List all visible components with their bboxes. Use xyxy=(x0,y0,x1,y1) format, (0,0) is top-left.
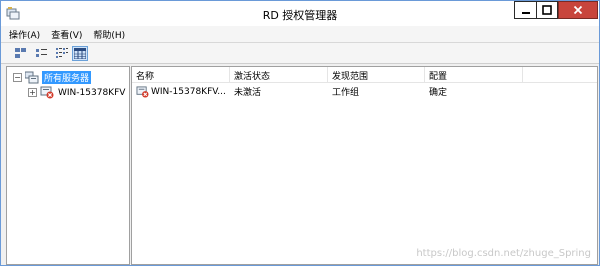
cell-discovery-scope: 工作组 xyxy=(332,88,360,98)
menu-bar: 操作(A) 查看(V) 帮助(H) xyxy=(1,26,599,43)
maximize-icon xyxy=(542,5,552,15)
tree-node-server[interactable]: + WIN-15378KFV xyxy=(28,85,125,100)
maximize-button[interactable] xyxy=(536,1,558,19)
server-error-icon xyxy=(136,85,149,98)
large-icons-view-icon xyxy=(15,48,26,58)
large-icons-view-button[interactable] xyxy=(13,46,29,61)
toolbar xyxy=(1,43,599,64)
list-header: 名称 激活状态 发现范围 配置 xyxy=(132,67,597,83)
menu-view[interactable]: 查看(V) xyxy=(51,28,82,41)
title-bar[interactable]: RD 授权管理器 xyxy=(1,1,599,26)
tree-label-all-servers[interactable]: 所有服务器 xyxy=(42,71,92,84)
close-button[interactable] xyxy=(558,1,598,19)
server-tree: − 所有服务器 + WIN-15378KFV xyxy=(6,66,130,265)
tree-node-all-servers[interactable]: − 所有服务器 xyxy=(13,70,92,85)
table-row[interactable]: WIN-15378KFV... 未激活 工作组 确定 xyxy=(132,84,597,99)
minimize-icon xyxy=(521,12,530,14)
close-icon xyxy=(573,5,583,15)
minimize-button[interactable] xyxy=(514,1,536,19)
cell-activation-status: 未激活 xyxy=(234,88,262,98)
menu-action[interactable]: 操作(A) xyxy=(9,28,40,41)
server-list: 名称 激活状态 发现范围 配置 WIN-15378KFV... 未激活 工作组 xyxy=(131,66,598,265)
watermark: https://blog.csdn.net/zhuge_Spring xyxy=(416,248,591,259)
rd-licensing-manager-window: RD 授权管理器 操作(A) 查看(V) 帮助(H) − 所有服务器 + WIN… xyxy=(0,0,600,266)
collapse-icon[interactable]: − xyxy=(13,73,22,82)
expand-icon[interactable]: + xyxy=(28,88,37,97)
details-view-button[interactable] xyxy=(72,46,88,61)
column-header-activation-status[interactable]: 激活状态 xyxy=(230,67,328,83)
cell-name: WIN-15378KFV... xyxy=(132,84,230,99)
details-view-icon xyxy=(74,48,86,59)
cell-configuration: 确定 xyxy=(429,88,448,98)
column-header-discovery-scope[interactable]: 发现范围 xyxy=(328,67,425,83)
small-icons-view-icon xyxy=(36,49,47,57)
server-error-icon xyxy=(40,86,54,99)
menu-help[interactable]: 帮助(H) xyxy=(93,28,125,41)
column-header-configuration[interactable]: 配置 xyxy=(425,67,523,83)
server-group-icon xyxy=(24,71,39,84)
column-header-name[interactable]: 名称 xyxy=(132,67,230,83)
small-icons-view-button[interactable] xyxy=(34,46,50,61)
list-view-icon xyxy=(56,48,68,58)
window-title: RD 授权管理器 xyxy=(262,9,338,22)
list-view-button[interactable] xyxy=(54,46,70,61)
server-name: WIN-15378KFV... xyxy=(151,86,226,97)
tree-label-server[interactable]: WIN-15378KFV xyxy=(58,88,125,98)
